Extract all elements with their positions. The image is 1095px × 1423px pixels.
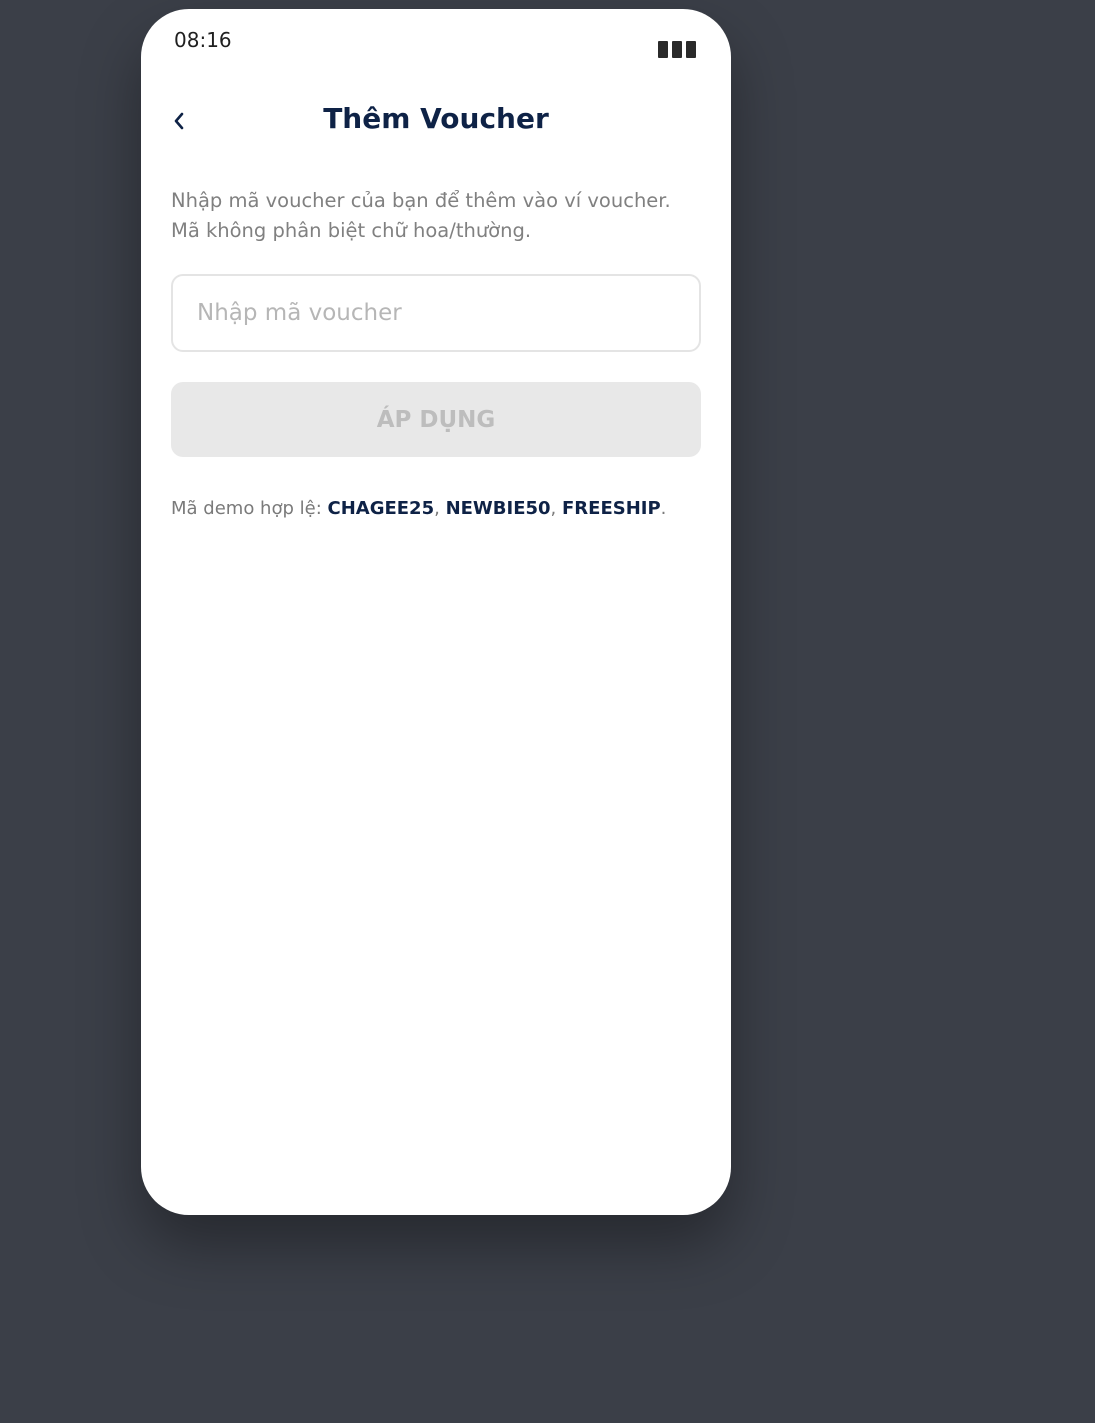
status-bar: 08:16 (141, 9, 731, 69)
header: Thêm Voucher (141, 89, 731, 149)
demo-separator-1: , (434, 498, 446, 519)
demo-code-3: FREESHIP (562, 498, 661, 519)
demo-suffix: . (660, 498, 667, 519)
demo-codes-hint: Mã demo hợp lệ: CHAGEE25, NEWBIE50, FREE… (171, 498, 711, 519)
description-line-1: Nhập mã voucher của bạn để thêm vào ví v… (171, 189, 671, 212)
demo-code-2: NEWBIE50 (445, 498, 551, 519)
demo-prefix: Mã demo hợp lệ: (171, 498, 328, 519)
battery-icon (658, 41, 698, 58)
phone-frame: 08:16 Thêm Voucher Nhập mã voucher của b… (141, 9, 731, 1215)
page-title: Thêm Voucher (323, 102, 549, 135)
demo-separator-2: , (550, 498, 562, 519)
description: Nhập mã voucher của bạn để thêm vào ví v… (171, 186, 701, 246)
demo-code-1: CHAGEE25 (327, 498, 435, 519)
voucher-input[interactable] (171, 274, 701, 352)
apply-button[interactable]: ÁP DỤNG (171, 382, 701, 457)
description-line-2: Mã không phân biệt chữ hoa/thường. (171, 219, 532, 242)
status-time: 08:16 (174, 28, 232, 52)
